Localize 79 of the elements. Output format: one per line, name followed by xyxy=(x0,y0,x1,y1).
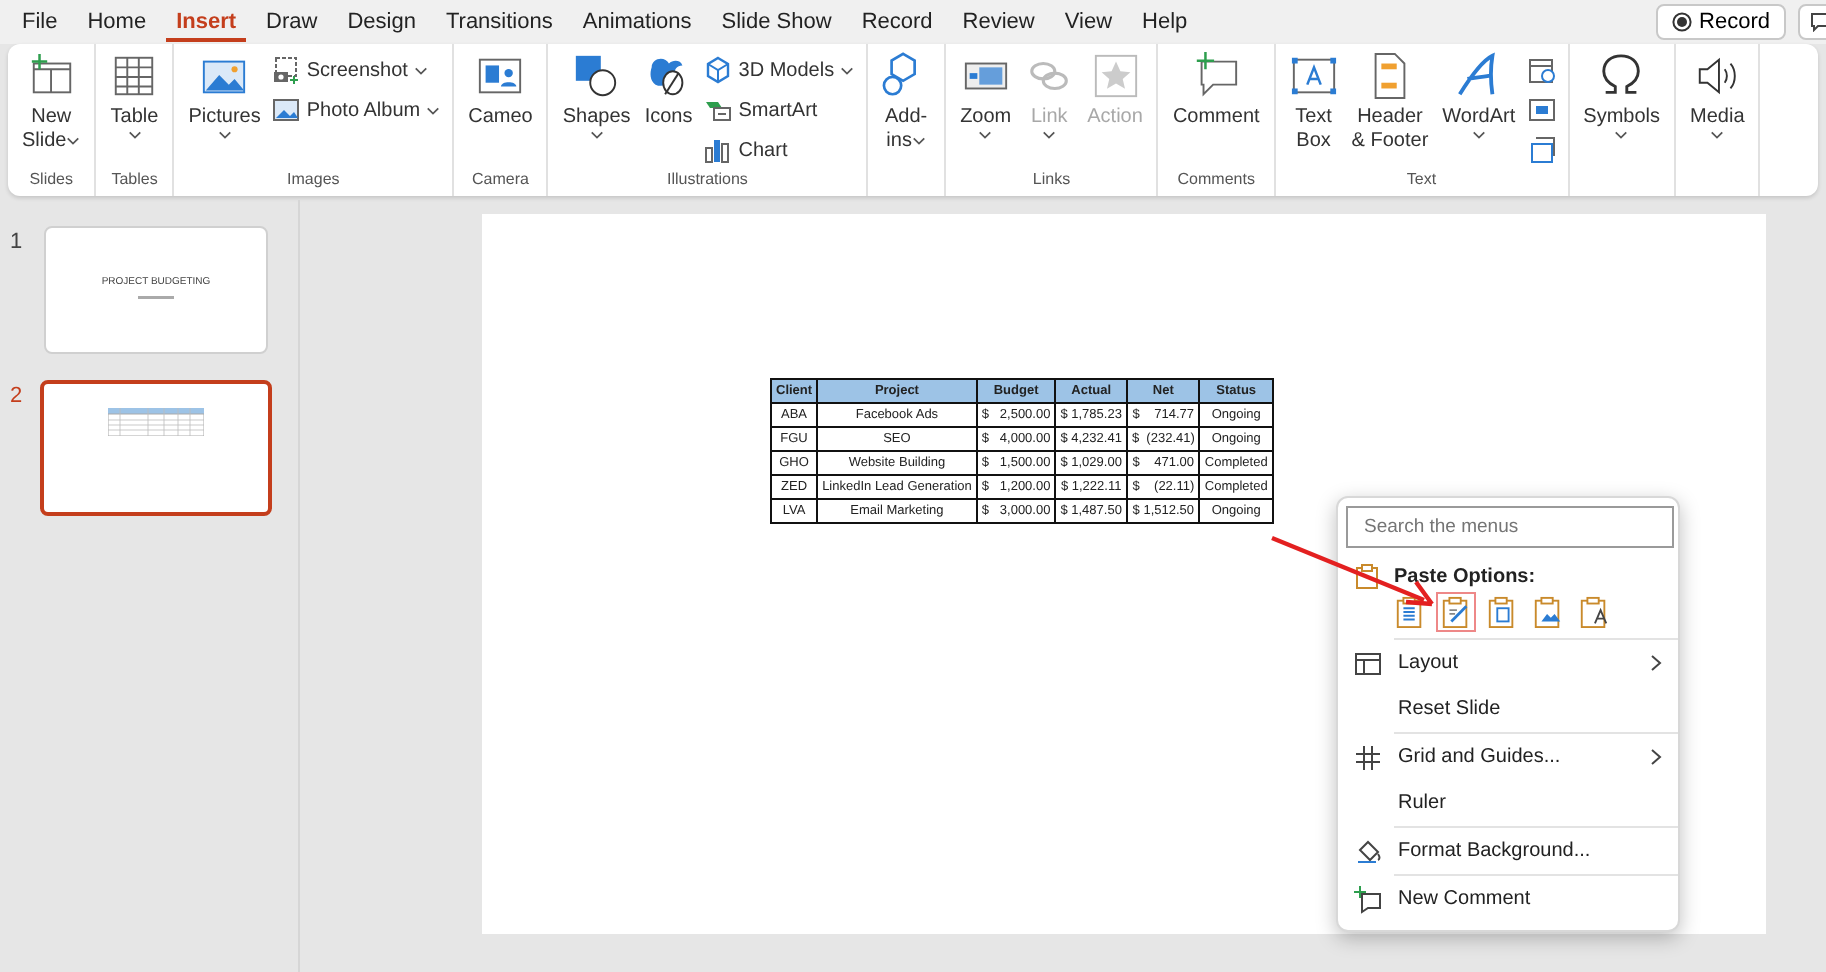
ribbon-button[interactable]: Header & Footer xyxy=(1345,50,1435,168)
paste-picture-icon xyxy=(1532,594,1564,630)
group-label: Images xyxy=(285,168,342,192)
ribbon-button[interactable]: Screenshot xyxy=(268,52,445,88)
embed-icon xyxy=(1486,594,1518,630)
album-icon xyxy=(272,96,301,124)
group-label: Camera xyxy=(469,168,531,192)
slide-number: 1 xyxy=(10,228,25,258)
screenshot-icon xyxy=(272,56,301,84)
keep-formatting-icon xyxy=(1440,594,1472,630)
menu-item[interactable]: Reset Slide xyxy=(1338,686,1678,732)
ribbon-button[interactable]: WordArt xyxy=(1436,50,1522,168)
keep-source-icon xyxy=(1394,594,1426,630)
ribbon-button[interactable]: Pictures xyxy=(182,50,267,168)
ribbon-button[interactable]: Table xyxy=(104,50,165,168)
calendar-icon xyxy=(1527,56,1556,84)
menu-item[interactable]: New Comment xyxy=(1338,876,1678,922)
ribbon-button[interactable]: Photo Album xyxy=(268,92,445,128)
ribbon-button[interactable]: Zoom xyxy=(954,50,1018,168)
object-icon xyxy=(1527,136,1556,164)
menu-item[interactable]: Grid and Guides... xyxy=(1338,734,1678,780)
textbox-icon xyxy=(1289,52,1338,100)
ribbon-tab[interactable]: File xyxy=(12,3,68,41)
group-label: Text xyxy=(1404,168,1439,192)
ribbon-tab[interactable]: Slide Show xyxy=(711,3,842,41)
ribbon-button[interactable]: Icons xyxy=(638,50,699,168)
menu-item[interactable]: Ruler xyxy=(1338,780,1678,826)
slide-number-icon xyxy=(1527,96,1556,124)
ribbon-button[interactable]: Add- ins xyxy=(876,50,937,168)
comment-icon xyxy=(1192,52,1241,100)
subtitle-line-icon xyxy=(138,295,174,301)
ribbon-tab[interactable]: View xyxy=(1054,3,1123,41)
layout-icon xyxy=(1354,649,1382,677)
ribbon-tab[interactable]: Animations xyxy=(572,3,702,41)
ribbon-button[interactable]: Shapes xyxy=(556,50,637,168)
shapes-icon xyxy=(572,52,621,100)
paste-text-icon xyxy=(1578,594,1610,630)
paste-options-label: Paste Options: xyxy=(1394,563,1536,591)
ribbon-tab[interactable]: Design xyxy=(337,3,426,41)
comment-icon xyxy=(1354,885,1382,913)
cube-icon xyxy=(704,56,733,84)
fill-bucket-icon xyxy=(1354,837,1382,865)
menu-item[interactable]: Format Background... xyxy=(1338,828,1678,874)
group-label: Comments xyxy=(1175,168,1257,192)
slide-thumbnail[interactable] xyxy=(40,380,272,516)
ribbon-button[interactable]: Symbols xyxy=(1577,50,1667,168)
ribbon-tab[interactable]: Record xyxy=(851,3,943,41)
ribbon-button[interactable]: Text Box xyxy=(1283,50,1344,168)
paste-button[interactable] xyxy=(1436,592,1476,632)
speaker-icon xyxy=(1693,52,1742,100)
table-icon xyxy=(110,52,159,100)
ribbon-tab[interactable]: Home xyxy=(77,3,157,41)
group-label: Illustrations xyxy=(664,168,750,192)
smartart-icon xyxy=(704,96,733,124)
chart-icon xyxy=(704,136,733,164)
ribbon-button[interactable]: SmartArt xyxy=(700,92,859,128)
grid-icon xyxy=(1354,743,1382,771)
record-button[interactable]: Record xyxy=(1655,4,1786,40)
group-label: Links xyxy=(1030,168,1073,192)
table-thumbnail-drawing xyxy=(108,408,204,436)
comment-icon xyxy=(1809,12,1826,32)
ribbon-button[interactable]: New Slide xyxy=(16,50,87,168)
ribbon-tab[interactable]: Draw xyxy=(256,3,328,41)
ribbon-tab[interactable]: Review xyxy=(952,3,1045,41)
menu-item[interactable]: Layout xyxy=(1338,640,1678,686)
group-label: Slides xyxy=(27,168,76,192)
ribbon-tab[interactable]: Transitions xyxy=(435,3,563,41)
omega-icon xyxy=(1597,52,1646,100)
ribbon-button[interactable]: Media xyxy=(1684,50,1751,168)
group-label: Tables xyxy=(109,168,160,192)
clipboard-icon xyxy=(1354,562,1382,590)
record-icon xyxy=(1671,12,1692,32)
ribbon-button[interactable]: Cameo xyxy=(462,50,539,168)
ribbon-button[interactable]: Chart xyxy=(700,132,859,168)
ribbon-button[interactable]: Comment xyxy=(1166,50,1266,168)
ribbon-tab[interactable]: Help xyxy=(1132,3,1198,41)
slide-number: 2 xyxy=(10,382,25,412)
search-field[interactable]: Search the menus xyxy=(1346,506,1674,548)
ribbon-button[interactable]: 3D Models xyxy=(700,52,859,88)
